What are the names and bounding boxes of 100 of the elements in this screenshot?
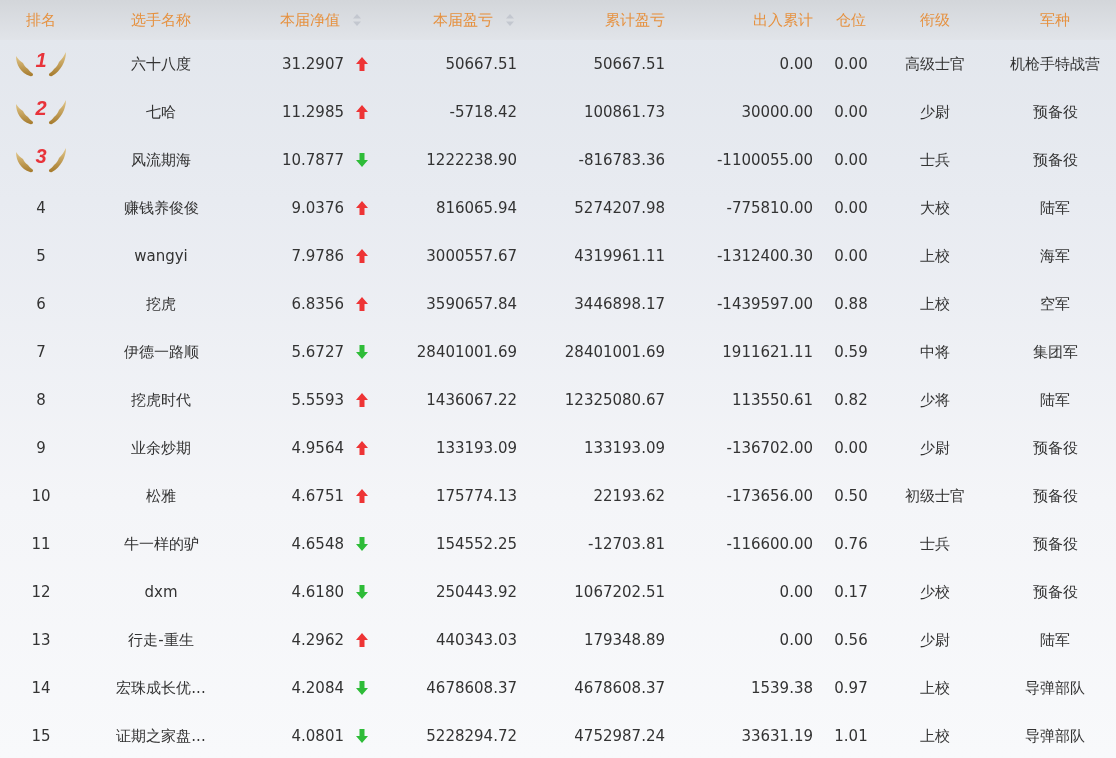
- column-header: 排名: [26, 10, 56, 30]
- player-name: 挖虎: [146, 294, 176, 314]
- table-cell: 22193.62: [593, 487, 665, 505]
- table-cell: 预备役: [1032, 102, 1078, 122]
- rank-number: 2: [35, 97, 47, 120]
- table-cell: 3000557.67: [426, 247, 517, 265]
- table-cell: 陆军: [1040, 630, 1070, 650]
- rank-number: 13: [31, 631, 51, 649]
- table-cell: 陆军: [1040, 198, 1070, 218]
- net-value: 4.2084: [291, 679, 344, 697]
- table-cell: 上校: [920, 678, 950, 698]
- table-cell: 3590657.84: [426, 295, 517, 313]
- table-cell: 4752987.24: [574, 727, 665, 745]
- table-cell: -1100055.00: [716, 151, 813, 169]
- table-cell: 上校: [920, 294, 950, 314]
- table-cell: 0.17: [834, 583, 868, 601]
- table-cell: 0.00: [834, 199, 868, 217]
- table-cell: 250443.92: [435, 583, 517, 601]
- table-cell: 预备役: [1032, 486, 1078, 506]
- wings-icon: [15, 147, 67, 173]
- table-cell: 816065.94: [435, 199, 517, 217]
- table-cell: 预备役: [1032, 582, 1078, 602]
- table-cell: 4319961.11: [574, 247, 665, 265]
- table-cell: -816783.36: [578, 151, 665, 169]
- table-cell: 440343.03: [435, 631, 517, 649]
- table-cell: -775810.00: [726, 199, 813, 217]
- table-cell: 士兵: [920, 150, 950, 170]
- rank-number: 15: [31, 727, 51, 745]
- player-name: 业余炒期: [131, 438, 191, 458]
- table-cell: 5228294.72: [426, 727, 517, 745]
- table-cell: 预备役: [1032, 438, 1078, 458]
- table-cell: 中将: [920, 342, 950, 362]
- table-cell: 5274207.98: [574, 199, 665, 217]
- net-value: 5.6727: [291, 343, 344, 361]
- net-value: 7.9786: [291, 247, 344, 265]
- net-value: 9.0376: [291, 199, 344, 217]
- table-cell: 1911621.11: [722, 343, 813, 361]
- table-cell: 初级士官: [905, 486, 965, 506]
- net-value: 4.9564: [291, 439, 344, 457]
- net-value: 4.6751: [291, 487, 344, 505]
- table-cell: 海军: [1040, 246, 1070, 266]
- net-value: 4.2962: [291, 631, 344, 649]
- rank-number: 6: [36, 295, 46, 313]
- table-cell: 机枪手特战营: [1010, 54, 1100, 74]
- table-cell: -116600.00: [726, 535, 813, 553]
- player-name: 行走-重生: [128, 630, 194, 650]
- rank-number: 8: [36, 391, 46, 409]
- player-name: dxm: [144, 583, 178, 601]
- table-cell: 空军: [1040, 294, 1070, 314]
- table-cell: 1067202.51: [574, 583, 665, 601]
- table-cell: 30000.00: [741, 103, 813, 121]
- table-cell: 少尉: [920, 630, 950, 650]
- table-cell: -12703.81: [588, 535, 665, 553]
- table-cell: -5718.42: [449, 103, 517, 121]
- table-cell: 175774.13: [435, 487, 517, 505]
- table-cell: -136702.00: [726, 439, 813, 457]
- column-header: 选手名称: [131, 10, 191, 30]
- column-header[interactable]: 本届盈亏: [433, 10, 493, 30]
- column-header: 累计盈亏: [605, 10, 665, 30]
- player-name: wangyi: [134, 247, 188, 265]
- column-header[interactable]: 本届净值: [280, 10, 340, 30]
- table-cell: 0.00: [834, 151, 868, 169]
- table-cell: 0.00: [834, 55, 868, 73]
- table-cell: 0.82: [834, 391, 868, 409]
- player-name: 牛一样的驴: [123, 534, 199, 554]
- column-header: 衔级: [920, 10, 950, 30]
- table-cell: 士兵: [920, 534, 950, 554]
- table-cell: -1439597.00: [716, 295, 813, 313]
- table-cell: 1222238.90: [426, 151, 517, 169]
- table-cell: 0.59: [834, 343, 868, 361]
- table-cell: 0.00: [779, 583, 813, 601]
- rank-number: 9: [36, 439, 46, 457]
- table-cell: 0.56: [834, 631, 868, 649]
- table-cell: 1539.38: [750, 679, 813, 697]
- table-cell: 0.00: [779, 631, 813, 649]
- table-cell: 0.88: [834, 295, 868, 313]
- table-cell: 陆军: [1040, 390, 1070, 410]
- sort-icon[interactable]: [505, 13, 515, 27]
- net-value: 10.7877: [281, 151, 344, 169]
- net-value: 31.2907: [281, 55, 344, 73]
- net-value: 6.8356: [291, 295, 344, 313]
- table-cell: 1436067.22: [426, 391, 517, 409]
- net-value: 5.5593: [291, 391, 344, 409]
- net-value: 4.6180: [291, 583, 344, 601]
- table-cell: 预备役: [1032, 534, 1078, 554]
- table-cell: 高级士官: [905, 54, 965, 74]
- table-cell: 0.00: [779, 55, 813, 73]
- sort-icon[interactable]: [352, 13, 362, 27]
- table-cell: -1312400.30: [716, 247, 813, 265]
- table-cell: 大校: [920, 198, 950, 218]
- rank-number: 3: [35, 145, 47, 168]
- table-cell: 4678608.37: [426, 679, 517, 697]
- table-cell: 33631.19: [741, 727, 813, 745]
- rank-number: 11: [31, 535, 51, 553]
- rank-number: 1: [35, 49, 47, 72]
- table-cell: 28401001.69: [416, 343, 517, 361]
- rank-number: 12: [31, 583, 51, 601]
- table-cell: 113550.61: [731, 391, 813, 409]
- table-cell: 预备役: [1032, 150, 1078, 170]
- table-cell: 0.00: [834, 103, 868, 121]
